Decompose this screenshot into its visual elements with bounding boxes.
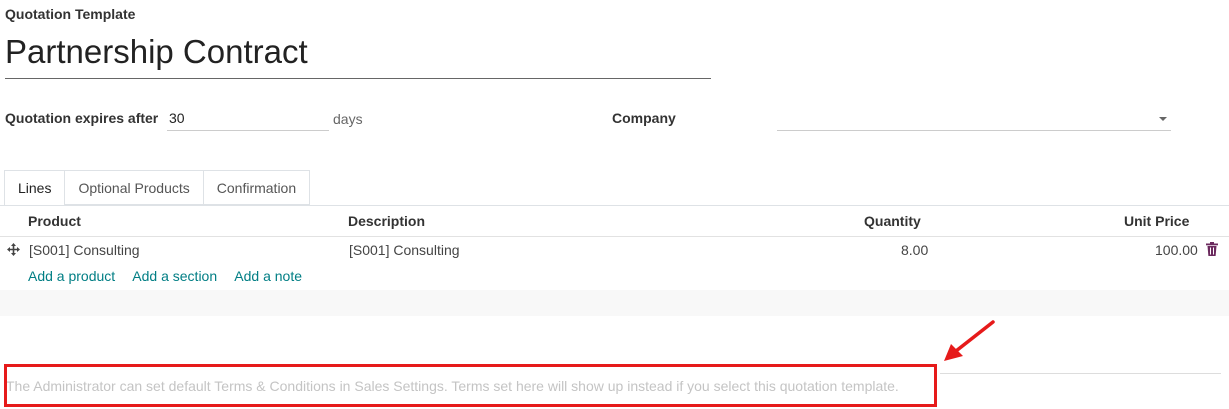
add-section-link[interactable]: Add a section <box>132 268 217 284</box>
expires-value: 30 <box>169 110 185 126</box>
cell-description[interactable]: [S001] Consulting <box>349 242 460 258</box>
form-label: Quotation Template <box>5 6 136 22</box>
tab-lines[interactable]: Lines <box>4 170 66 206</box>
trash-icon[interactable] <box>1206 242 1218 256</box>
column-header-description[interactable]: Description <box>348 213 425 229</box>
tab-optional-products[interactable]: Optional Products <box>65 170 204 205</box>
table-row[interactable]: [S001] Consulting [S001] Consulting 8.00… <box>0 237 1229 263</box>
add-product-link[interactable]: Add a product <box>28 268 115 284</box>
lines-table-header: Product Description Quantity Unit Price <box>0 206 1229 237</box>
cell-product[interactable]: [S001] Consulting <box>29 242 140 258</box>
template-name-field[interactable]: Partnership Contract <box>5 32 711 79</box>
column-header-quantity[interactable]: Quantity <box>864 213 921 229</box>
company-label: Company <box>612 110 676 126</box>
column-header-product[interactable]: Product <box>28 213 81 229</box>
cell-quantity[interactable]: 8.00 <box>901 242 928 258</box>
template-name-value: Partnership Contract <box>5 33 308 70</box>
add-note-link[interactable]: Add a note <box>234 268 302 284</box>
red-arrow-icon <box>944 320 995 361</box>
tab-confirmation[interactable]: Confirmation <box>203 170 311 205</box>
tab-bar: Lines Optional Products Confirmation <box>4 170 311 206</box>
empty-row <box>0 290 1229 316</box>
cell-unit-price[interactable]: 100.00 <box>1155 242 1198 258</box>
column-header-unit-price[interactable]: Unit Price <box>1124 213 1189 229</box>
caret-down-icon[interactable] <box>1159 117 1167 121</box>
expires-input[interactable]: 30 <box>167 108 329 131</box>
company-select[interactable] <box>777 108 1171 131</box>
add-line-links: Add a product Add a section Add a note <box>28 268 316 284</box>
expires-unit: days <box>333 111 363 127</box>
expires-label: Quotation expires after <box>5 110 159 126</box>
drag-handle-icon[interactable] <box>7 243 20 256</box>
annotation-highlight-box <box>4 364 937 407</box>
divider <box>940 373 1221 374</box>
